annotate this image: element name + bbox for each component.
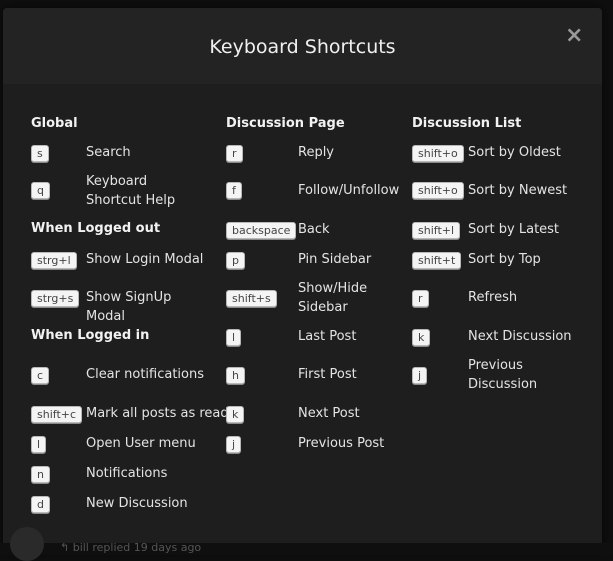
shortcut-key: p	[226, 252, 245, 269]
shortcut-key: shift+l	[412, 222, 461, 239]
shortcut-key: r	[412, 290, 429, 307]
background-reply-text: ↰ bill replied 19 days ago	[60, 541, 202, 554]
shortcut-description: Show SignUp Modal	[86, 290, 172, 324]
shortcut-description: Sort by Newest	[468, 183, 568, 198]
shortcut-key: backspace	[226, 222, 297, 239]
shortcut-description: Pin Sidebar	[298, 252, 372, 267]
shortcut-description: Follow/Unfollow	[298, 183, 400, 198]
shortcut-key: l	[31, 436, 47, 453]
shortcut-description: Sort by Latest	[468, 222, 560, 237]
shortcut-description: Keyboard Shortcut Help	[86, 174, 176, 208]
close-button[interactable]: ×	[565, 24, 583, 48]
shortcut-key: shift+t	[412, 252, 462, 269]
shortcut-description: Sort by Top	[468, 252, 541, 267]
shortcut-key: n	[31, 466, 50, 483]
shortcut-description: First Post	[298, 367, 357, 382]
shortcut-description: Next Discussion	[468, 329, 572, 344]
shortcut-key: d	[31, 496, 50, 513]
modal-header: Keyboard Shortcuts ×	[3, 8, 602, 84]
shortcut-key: k	[412, 329, 431, 346]
shortcut-description: Mark all posts as read	[86, 406, 229, 421]
shortcut-description: Back	[298, 222, 330, 237]
shortcut-key: strg+s	[31, 290, 80, 307]
shortcut-description: Reply	[298, 145, 335, 160]
shortcut-description: Show Login Modal	[86, 252, 204, 267]
shortcut-description: Notifications	[86, 466, 168, 481]
shortcut-description: Previous Post	[298, 436, 385, 451]
section-heading-discussion-list: Discussion List	[412, 116, 522, 131]
shortcut-description: Clear notifications	[86, 367, 205, 382]
shortcut-key: l	[226, 329, 242, 346]
shortcut-key: r	[226, 145, 243, 162]
shortcut-description: Open User menu	[86, 436, 196, 451]
shortcut-key: h	[226, 367, 245, 384]
shortcut-key: j	[412, 367, 428, 384]
shortcut-key: strg+l	[31, 252, 77, 269]
shortcut-key: shift+o	[412, 182, 464, 199]
shortcut-description: Previous Discussion	[468, 358, 538, 392]
shortcut-key: s	[31, 145, 49, 162]
shortcut-description: Sort by Oldest	[468, 145, 561, 160]
keyboard-shortcuts-modal: Keyboard Shortcuts × Global s Search q K…	[3, 8, 602, 551]
shortcut-key: j	[226, 436, 242, 453]
shortcut-key: k	[226, 406, 245, 423]
shortcut-description: Refresh	[468, 290, 518, 305]
shortcut-key: q	[31, 182, 50, 199]
shortcut-key: shift+c	[31, 406, 83, 423]
avatar	[10, 527, 44, 561]
shortcut-key: c	[31, 367, 50, 384]
shortcut-description: Show/Hide Sidebar	[298, 281, 368, 315]
shortcut-description: Last Post	[298, 329, 357, 344]
close-icon: ×	[565, 23, 584, 48]
section-heading-global: Global	[31, 116, 78, 131]
section-heading-discussion-page: Discussion Page	[226, 116, 345, 131]
shortcut-description: Search	[86, 145, 131, 160]
shortcut-description: Next Post	[298, 406, 360, 421]
shortcut-key: shift+o	[412, 145, 464, 162]
modal-title: Keyboard Shortcuts	[209, 36, 396, 58]
shortcut-description: New Discussion	[86, 496, 188, 511]
shortcut-key: f	[226, 182, 242, 199]
section-heading-when-logged-in: When Logged in	[31, 328, 150, 343]
shortcut-key: shift+s	[226, 290, 277, 307]
section-heading-when-logged-out: When Logged out	[31, 221, 161, 236]
